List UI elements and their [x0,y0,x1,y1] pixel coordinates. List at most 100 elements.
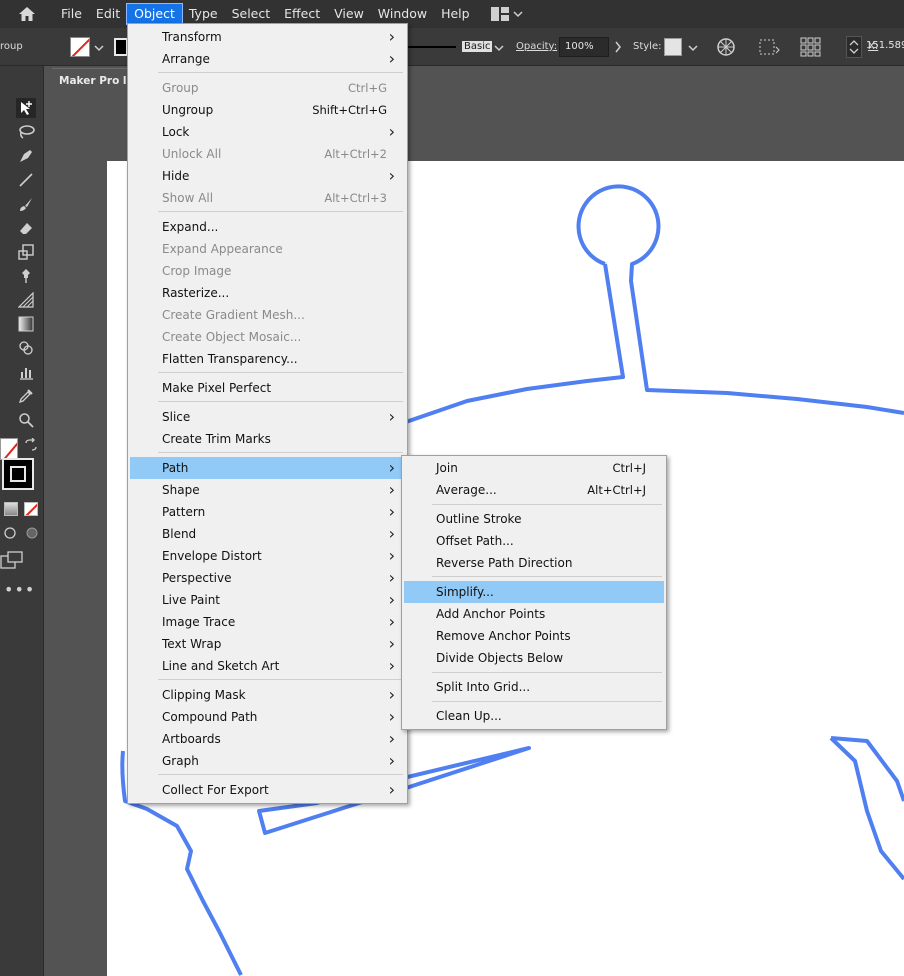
object-menu-shape[interactable]: Shape › [130,479,405,501]
object-menu-perspective[interactable]: Perspective › [130,567,405,589]
menu-item-label: Slice [162,410,191,424]
object-menu-arrange[interactable]: Arrange › [130,48,405,70]
object-menu-create-object-mosaic: Create Object Mosaic... [130,326,405,348]
object-menu-ungroup[interactable]: Ungroup Shift+Ctrl+G [130,99,405,121]
object-menu-artboards[interactable]: Artboards › [130,728,405,750]
opacity-input[interactable]: 100% [559,37,609,57]
more-tools-icon[interactable]: ••• [4,580,35,599]
eyedropper-tool[interactable] [16,386,36,406]
align-icon[interactable] [758,37,780,57]
stroke-profile-preview[interactable] [408,46,456,48]
graphic-style-swatch[interactable] [664,38,682,56]
menu-file[interactable]: File [54,4,89,24]
object-menu-compound-path[interactable]: Compound Path › [130,706,405,728]
menu-view[interactable]: View [327,4,371,24]
gradient-mode-button[interactable] [4,502,18,516]
object-menu-collect-for-export[interactable]: Collect For Export › [130,779,405,801]
menu-item-label: Transform [162,30,222,44]
fill-color-box[interactable] [0,438,18,460]
object-menu-path[interactable]: Path › [130,457,405,479]
draw-normal-icon[interactable] [2,526,18,540]
column-graph-tool[interactable] [16,362,36,382]
object-menu-rasterize[interactable]: Rasterize... [130,282,405,304]
recolor-artwork-icon[interactable] [716,37,736,57]
object-menu-live-paint[interactable]: Live Paint › [130,589,405,611]
chevron-down-icon[interactable] [494,44,504,52]
none-mode-button[interactable] [24,502,38,516]
object-menu-text-wrap[interactable]: Text Wrap › [130,633,405,655]
path-menu-offset-path[interactable]: Offset Path... [404,530,664,552]
direct-selection-tool[interactable] [16,98,36,118]
chevron-right-icon: › [388,407,395,426]
object-menu-slice[interactable]: Slice › [130,406,405,428]
fill-swatch[interactable] [70,37,90,57]
object-menu-clipping-mask[interactable]: Clipping Mask › [130,684,405,706]
menu-type[interactable]: Type [182,4,225,24]
path-menu-reverse-path-direction[interactable]: Reverse Path Direction [404,552,664,574]
workspace-switcher[interactable] [490,7,523,21]
swap-colors-icon[interactable] [24,438,38,452]
draw-behind-icon[interactable] [24,526,40,540]
object-menu-blend[interactable]: Blend › [130,523,405,545]
path-menu-average[interactable]: Average... Alt+Ctrl+J [404,479,664,501]
gradient-tool[interactable] [16,314,36,334]
menu-select[interactable]: Select [225,4,278,24]
path-menu-add-anchor-points[interactable]: Add Anchor Points [404,603,664,625]
brush-definition-label[interactable]: Basic [462,41,493,52]
puppet-warp-tool[interactable] [16,266,36,286]
zoom-tool[interactable] [16,410,36,430]
menu-edit[interactable]: Edit [89,4,127,24]
transform-grid-icon[interactable] [800,37,822,57]
object-menu-pattern[interactable]: Pattern › [130,501,405,523]
menu-item-label: Simplify... [436,585,494,599]
scale-tool[interactable] [16,242,36,262]
chevron-down-icon [513,11,523,18]
line-tool[interactable] [16,170,36,190]
opacity-label[interactable]: Opacity: [516,41,557,52]
paintbrush-tool[interactable] [16,194,36,214]
path-menu-simplify[interactable]: Simplify... [404,581,664,603]
x-stepper[interactable] [846,36,862,58]
object-menu-lock[interactable]: Lock › [130,121,405,143]
object-menu-create-trim-marks[interactable]: Create Trim Marks [130,428,405,450]
chevron-right-icon[interactable] [614,41,622,53]
menu-separator [158,452,403,453]
object-menu-flatten-transparency[interactable]: Flatten Transparency... [130,348,405,370]
menu-window[interactable]: Window [371,4,434,24]
paintbrush-icon [20,198,32,211]
eraser-tool[interactable] [16,218,36,238]
chevron-down-icon[interactable] [94,44,104,52]
path-menu-divide-objects-below[interactable]: Divide Objects Below [404,647,664,669]
object-menu-envelope-distort[interactable]: Envelope Distort › [130,545,405,567]
path-menu-split-into-grid[interactable]: Split Into Grid... [404,676,664,698]
screen-mode-icon[interactable] [0,550,24,570]
path-menu-outline-stroke[interactable]: Outline Stroke [404,508,664,530]
menu-help[interactable]: Help [434,4,477,24]
home-icon[interactable] [12,0,42,28]
stroke-swatch[interactable] [114,38,128,56]
path-submenu: Join Ctrl+J Average... Alt+Ctrl+J Outline St… [401,455,667,730]
object-menu-show-all: Show All Alt+Ctrl+3 [130,187,405,209]
style-label: Style: [633,41,662,52]
object-menu-image-trace[interactable]: Image Trace › [130,611,405,633]
path-menu-clean-up[interactable]: Clean Up... [404,705,664,727]
object-menu-line-and-sketch-art[interactable]: Line and Sketch Art › [130,655,405,677]
lasso-tool[interactable] [16,122,36,142]
object-menu-hide[interactable]: Hide › [130,165,405,187]
perspective-grid-tool[interactable] [16,290,36,310]
stroke-color-box[interactable] [2,458,34,490]
menu-object[interactable]: Object [126,3,183,25]
path-menu-join[interactable]: Join Ctrl+J [404,457,664,479]
object-menu-make-pixel-perfect[interactable]: Make Pixel Perfect [130,377,405,399]
menu-effect[interactable]: Effect [277,4,327,24]
shape-builder-tool[interactable] [16,338,36,358]
document-tab[interactable]: Maker Pro lo [52,68,130,92]
object-menu-graph[interactable]: Graph › [130,750,405,772]
object-menu-transform[interactable]: Transform › [130,26,405,48]
path-menu-remove-anchor-points[interactable]: Remove Anchor Points [404,625,664,647]
pen-tool[interactable] [16,146,36,166]
x-input[interactable]: 151.589 [862,37,904,57]
object-menu-expand[interactable]: Expand... [130,216,405,238]
menu-item-label: Arrange [162,52,210,66]
chevron-down-icon[interactable] [688,44,698,52]
